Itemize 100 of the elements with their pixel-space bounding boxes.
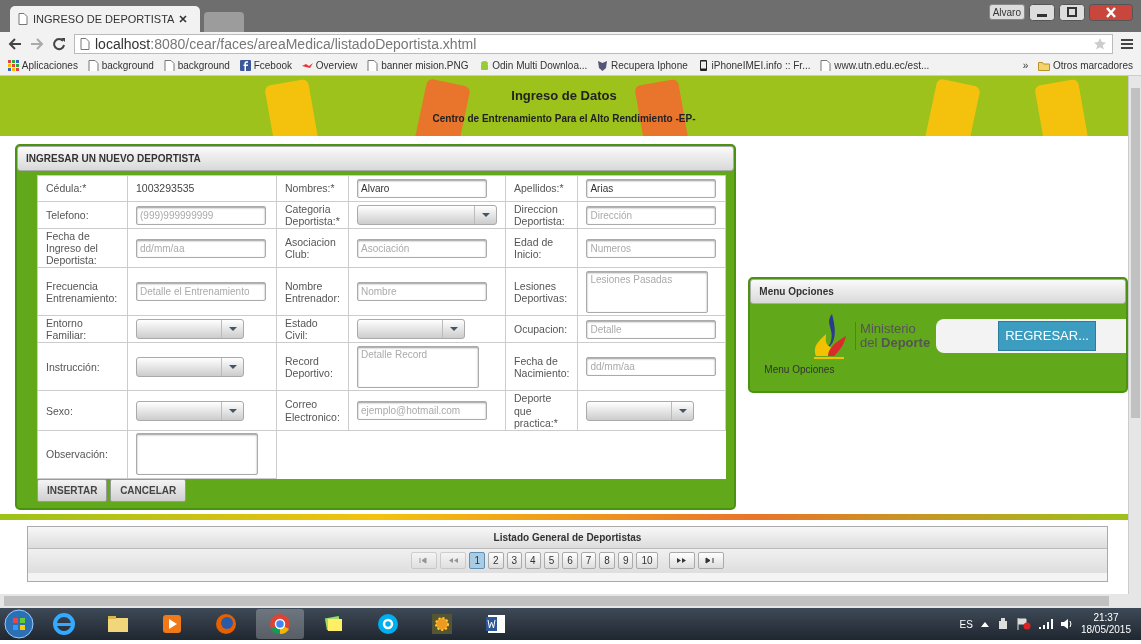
- text-area[interactable]: Lesiones Pasadas: [586, 270, 709, 313]
- panel-title: Menu Opciones: [750, 279, 1126, 304]
- bookmark-link[interactable]: Overview: [302, 58, 358, 73]
- page-icon: [80, 38, 90, 50]
- pager-arrow-icon: [676, 556, 688, 566]
- bookmark-link[interactable]: background: [163, 58, 230, 73]
- page-button[interactable]: 2: [487, 551, 504, 569]
- input-field[interactable]: Detalle el Entrenamiento: [136, 282, 266, 302]
- field-label: Cédula:*: [37, 175, 128, 202]
- skype-icon[interactable]: [376, 612, 400, 636]
- page-button[interactable]: 7: [580, 551, 597, 569]
- field-label: Ocupacion:: [505, 315, 578, 343]
- field-label: Apellidos:*: [505, 175, 578, 202]
- menu-icon[interactable]: [1121, 38, 1133, 50]
- apps-grid-icon: [8, 60, 19, 71]
- page-icon: [367, 60, 379, 71]
- bookmark-link[interactable]: Recupera Iphone: [597, 58, 688, 73]
- clock-date[interactable]: 18/05/2015: [1080, 624, 1131, 636]
- pager-arrow-icon: [447, 556, 459, 566]
- shield-icon: [597, 60, 609, 71]
- power-icon[interactable]: [996, 618, 1009, 630]
- page-button[interactable]: 8: [599, 551, 615, 569]
- input-field[interactable]: Arias: [586, 179, 717, 198]
- page-button[interactable]: 9: [617, 551, 634, 569]
- bookmark-link[interactable]: iPhoneIMEI.info :: Fr...: [697, 58, 811, 73]
- caret-icon: [449, 327, 458, 332]
- input-field[interactable]: Dirección: [586, 205, 717, 225]
- bookmark-folder[interactable]: Otros marcadores: [1038, 58, 1133, 73]
- star-icon[interactable]: [1093, 37, 1107, 51]
- word-icon[interactable]: [484, 612, 508, 636]
- close-tab-icon[interactable]: [179, 15, 188, 23]
- field-label: Nombre Entrenador:: [276, 267, 349, 316]
- browser-tab[interactable]: INGRESO DE DEPORTISTA: [10, 6, 200, 32]
- flag-error-icon[interactable]: [1016, 618, 1031, 630]
- field-label: Frecuencia Entrenamiento:: [37, 267, 128, 316]
- clock-time[interactable]: 21:37: [1080, 612, 1131, 624]
- page-button[interactable]: 4: [525, 551, 541, 569]
- facebook-icon: [239, 60, 251, 71]
- bookmark-link[interactable]: background: [87, 58, 154, 73]
- field-label: Instrucción:: [37, 342, 128, 391]
- gear-icon[interactable]: [430, 612, 454, 636]
- text-area[interactable]: Detalle Record: [357, 345, 479, 388]
- page-button[interactable]: 5: [543, 551, 560, 569]
- close-icon[interactable]: [1089, 4, 1133, 21]
- browser-e-icon[interactable]: [52, 612, 76, 636]
- firefox-icon[interactable]: [214, 612, 238, 636]
- user-badge[interactable]: Alvaro: [988, 4, 1025, 20]
- page-icon: [820, 60, 832, 71]
- start-button-icon[interactable]: [4, 609, 34, 639]
- phone-icon: [697, 60, 709, 71]
- input-field[interactable]: Numeros: [586, 238, 717, 258]
- chrome-icon[interactable]: [268, 612, 292, 636]
- field-label: Record Deportivo:: [276, 342, 349, 391]
- form-button[interactable]: CANCELAR: [110, 478, 187, 502]
- field-label: Categoria Deportista:*: [276, 201, 349, 229]
- field-label: Nombres:*: [276, 175, 349, 202]
- header-title: Ingreso de Datos: [511, 86, 617, 105]
- caret-icon: [228, 327, 237, 332]
- input-field[interactable]: dd/mm/aa: [586, 357, 717, 377]
- page-icon: [87, 60, 99, 71]
- speaker-icon[interactable]: [1060, 618, 1073, 630]
- page-button[interactable]: 10: [636, 551, 658, 569]
- tray-arrow-icon[interactable]: [980, 621, 989, 627]
- input-field[interactable]: Asociación: [357, 238, 487, 258]
- field-label: Lesiones Deportivas:: [505, 267, 578, 316]
- caret-icon: [228, 408, 237, 413]
- bookmark-link[interactable]: Aplicaciones: [8, 58, 78, 73]
- media-player-icon[interactable]: [160, 612, 184, 636]
- page-button[interactable]: 3: [506, 551, 523, 569]
- field-label: Fecha de Ingreso del Deportista:: [37, 228, 128, 268]
- input-field[interactable]: Alvaro: [357, 179, 487, 198]
- horizontal-scrollbar[interactable]: [0, 594, 1141, 608]
- android-icon: [478, 60, 490, 71]
- page-button[interactable]: 6: [562, 551, 578, 569]
- minimize-icon[interactable]: [1029, 4, 1055, 21]
- bookmark-link[interactable]: Odin Multi Downloa...: [478, 58, 588, 73]
- logo-text: del Deporte: [860, 336, 931, 350]
- reload-icon[interactable]: [52, 37, 66, 51]
- bookmark-link[interactable]: Fcebook: [239, 58, 293, 73]
- page-button[interactable]: 1: [469, 551, 485, 569]
- input-field[interactable]: ejemplo@hotmail.com: [357, 401, 487, 421]
- language-indicator[interactable]: ES: [959, 616, 973, 632]
- form-button[interactable]: INSERTAR: [37, 478, 108, 502]
- maximize-icon[interactable]: [1059, 4, 1085, 21]
- input-field[interactable]: Nombre: [357, 282, 487, 302]
- folder-icon: [1038, 60, 1051, 71]
- bookmark-link[interactable]: banner mision.PNG: [367, 58, 469, 73]
- next-page-button[interactable]: [668, 551, 695, 569]
- signal-icon[interactable]: [1038, 619, 1053, 629]
- more-bookmarks-button[interactable]: »: [1022, 58, 1029, 73]
- input-field[interactable]: Detalle: [586, 319, 717, 339]
- vertical-scrollbar[interactable]: [1128, 76, 1141, 594]
- field-label: Entorno Familiar:: [37, 315, 128, 343]
- panel-title: INGRESAR UN NUEVO DEPORTISTA: [17, 146, 735, 171]
- back-icon[interactable]: [8, 37, 22, 51]
- bookmark-link[interactable]: www.utn.edu.ec/est...: [820, 58, 930, 73]
- input-field[interactable]: (999)999999999: [136, 205, 266, 225]
- input-field[interactable]: dd/mm/aa: [136, 238, 266, 258]
- caret-icon: [228, 364, 237, 369]
- last-page-button[interactable]: [697, 551, 724, 569]
